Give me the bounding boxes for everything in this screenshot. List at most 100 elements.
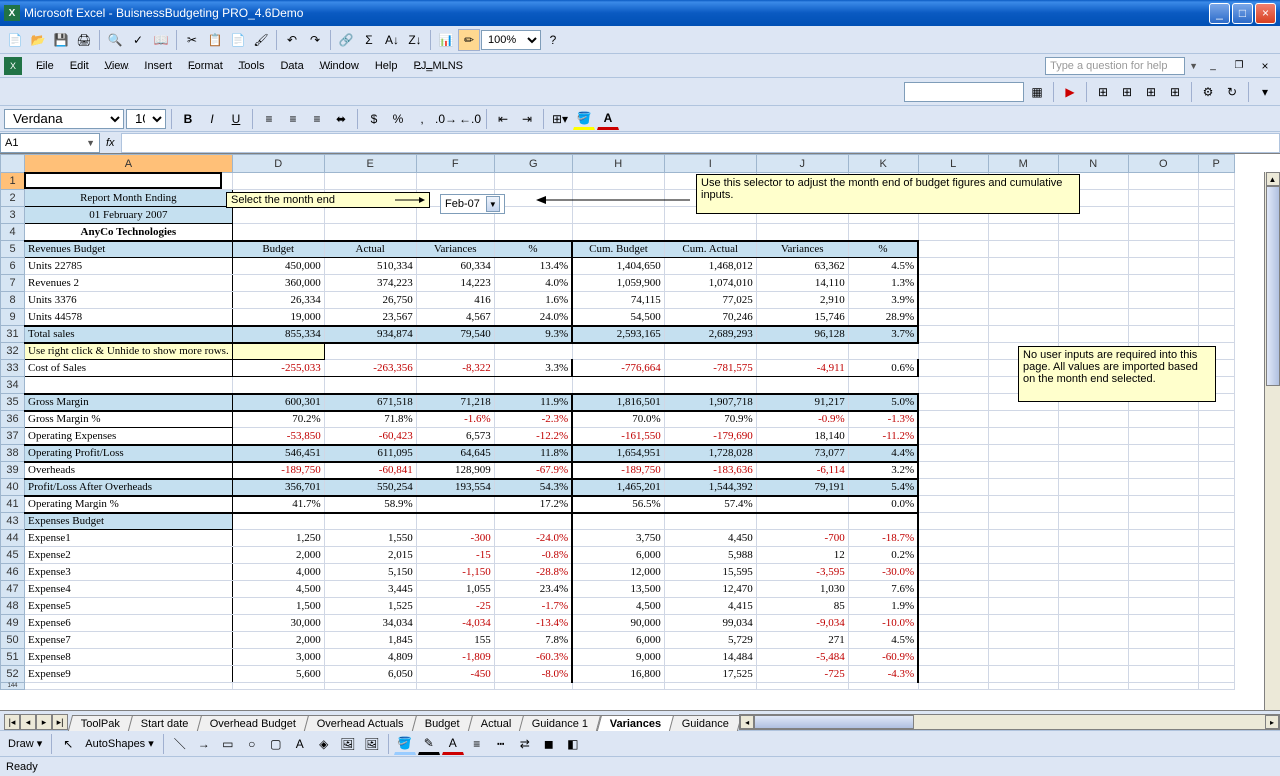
col-header-G[interactable]: G xyxy=(494,155,572,173)
line-color-icon[interactable]: ✎ xyxy=(418,733,440,755)
open-icon[interactable]: 📂 xyxy=(27,29,49,51)
font-color-icon[interactable]: A xyxy=(597,108,619,130)
picture-icon[interactable]: 🖼 xyxy=(361,733,383,755)
blank-combo[interactable] xyxy=(904,82,1024,102)
row-header-35[interactable]: 35 xyxy=(1,394,25,411)
new-icon[interactable]: 📄 xyxy=(4,29,26,51)
comma-icon[interactable]: , xyxy=(411,108,433,130)
spelling-icon[interactable]: ✓ xyxy=(127,29,149,51)
oval-icon[interactable]: ○ xyxy=(241,733,263,755)
row-header-6[interactable]: 6 xyxy=(1,258,25,275)
row-header-31[interactable]: 31 xyxy=(1,326,25,343)
3d-icon[interactable]: ◧ xyxy=(562,733,584,755)
row-header-51[interactable]: 51 xyxy=(1,649,25,666)
col-header-D[interactable]: D xyxy=(232,155,324,173)
menu-help[interactable]: Help xyxy=(367,58,406,74)
tab-last-icon[interactable]: ▸| xyxy=(52,714,68,730)
format-painter-icon[interactable]: 🖌 xyxy=(250,29,272,51)
sheet-tab-overhead-actuals[interactable]: Overhead Actuals xyxy=(304,715,417,731)
decrease-decimal-icon[interactable]: ←.0 xyxy=(459,108,481,130)
col-header-A[interactable]: A xyxy=(25,155,233,173)
row-header-2[interactable]: 2 xyxy=(1,190,25,207)
row-header-49[interactable]: 49 xyxy=(1,615,25,632)
formula-bar[interactable] xyxy=(121,133,1280,153)
sheet-tab-variances[interactable]: Variances xyxy=(596,715,674,731)
col-header-F[interactable]: F xyxy=(416,155,494,173)
col-header-K[interactable]: K xyxy=(848,155,918,173)
row-header-50[interactable]: 50 xyxy=(1,632,25,649)
doc-restore-icon[interactable]: ❐ xyxy=(1228,55,1250,77)
col-header-J[interactable]: J xyxy=(756,155,848,173)
chevron-icon[interactable]: ▾ xyxy=(1254,81,1276,103)
decrease-indent-icon[interactable]: ⇤ xyxy=(492,108,514,130)
chart-icon[interactable]: 📊 xyxy=(435,29,457,51)
percent-icon[interactable]: % xyxy=(387,108,409,130)
row-header-7[interactable]: 7 xyxy=(1,275,25,292)
underline-icon[interactable]: U xyxy=(225,108,247,130)
row-header-1[interactable]: 1 xyxy=(1,173,25,190)
month-end-selector[interactable]: Feb-07▼ xyxy=(440,194,505,214)
sheet-tab-actual[interactable]: Actual xyxy=(468,715,525,731)
row-header-43[interactable]: 43 xyxy=(1,513,25,530)
sheet-tab-guidance[interactable]: Guidance xyxy=(669,715,742,731)
menu-file[interactable]: File xyxy=(28,58,62,74)
col-header-N[interactable]: N xyxy=(1058,155,1128,173)
vertical-scrollbar[interactable]: ▲ xyxy=(1264,172,1280,710)
redo-icon[interactable]: ↷ xyxy=(304,29,326,51)
tool-icon[interactable]: ⚙ xyxy=(1197,81,1219,103)
menu-data[interactable]: Data xyxy=(272,58,311,74)
refresh-icon[interactable]: ↻ xyxy=(1221,81,1243,103)
sort-desc-icon[interactable]: Z↓ xyxy=(404,29,426,51)
flag-icon[interactable]: ▶ xyxy=(1059,81,1081,103)
row-header-45[interactable]: 45 xyxy=(1,547,25,564)
textbox-icon[interactable]: ▢ xyxy=(265,733,287,755)
save-icon[interactable]: 💾 xyxy=(50,29,72,51)
sheet-tab-budget[interactable]: Budget xyxy=(412,715,473,731)
tab-first-icon[interactable]: |◂ xyxy=(4,714,20,730)
horizontal-scrollbar[interactable]: ◂ ▸ xyxy=(739,714,1280,730)
col-header-E[interactable]: E xyxy=(324,155,416,173)
sheet-tab-overhead-budget[interactable]: Overhead Budget xyxy=(197,715,310,731)
sort-asc-icon[interactable]: A↓ xyxy=(381,29,403,51)
menu-format[interactable]: Format xyxy=(180,58,231,74)
menu-window[interactable]: Window xyxy=(312,58,367,74)
row-header-39[interactable]: 39 xyxy=(1,462,25,479)
align-left-icon[interactable]: ≡ xyxy=(258,108,280,130)
row-header-38[interactable]: 38 xyxy=(1,445,25,462)
clipart-icon[interactable]: 🖼 xyxy=(337,733,359,755)
row-header-41[interactable]: 41 xyxy=(1,496,25,513)
sheet-tab-guidance-1[interactable]: Guidance 1 xyxy=(519,715,602,731)
row-header-40[interactable]: 40 xyxy=(1,479,25,496)
menu-view[interactable]: View xyxy=(97,58,137,74)
tab-prev-icon[interactable]: ◂ xyxy=(20,714,36,730)
row-header-48[interactable]: 48 xyxy=(1,598,25,615)
align-right-icon[interactable]: ≡ xyxy=(306,108,328,130)
close-button[interactable]: × xyxy=(1255,3,1276,24)
worksheet-menu-icon[interactable]: X xyxy=(4,57,22,75)
print-icon[interactable]: 🖨 xyxy=(73,29,95,51)
row-header-4[interactable]: 4 xyxy=(1,224,25,241)
border3-icon[interactable]: ⊞ xyxy=(1140,81,1162,103)
borders-icon[interactable]: ⊞▾ xyxy=(549,108,571,130)
line-icon[interactable]: ＼ xyxy=(169,733,191,755)
doc-close-icon[interactable]: × xyxy=(1254,55,1276,77)
fill-color-icon[interactable]: 🪣 xyxy=(573,108,595,130)
row-header-8[interactable]: 8 xyxy=(1,292,25,309)
help-icon[interactable]: ? xyxy=(542,29,564,51)
row-header-46[interactable]: 46 xyxy=(1,564,25,581)
wordart-icon[interactable]: A xyxy=(289,733,311,755)
menu-tools[interactable]: Tools xyxy=(231,58,273,74)
autoshapes-menu[interactable]: AutoShapes ▾ xyxy=(81,735,158,752)
print-preview-icon[interactable]: 🔍 xyxy=(104,29,126,51)
autosum-icon[interactable]: Σ xyxy=(358,29,380,51)
col-header-I[interactable]: I xyxy=(664,155,756,173)
help-search-input[interactable] xyxy=(1045,57,1185,75)
name-box[interactable]: A1▼ xyxy=(0,133,100,153)
sheet-tab-start-date[interactable]: Start date xyxy=(128,715,202,731)
row-header-44[interactable]: 44 xyxy=(1,530,25,547)
currency-icon[interactable]: $ xyxy=(363,108,385,130)
drawing-icon[interactable]: ✏ xyxy=(458,29,480,51)
diagram-icon[interactable]: ◈ xyxy=(313,733,335,755)
cut-icon[interactable]: ✂ xyxy=(181,29,203,51)
undo-icon[interactable]: ↶ xyxy=(281,29,303,51)
